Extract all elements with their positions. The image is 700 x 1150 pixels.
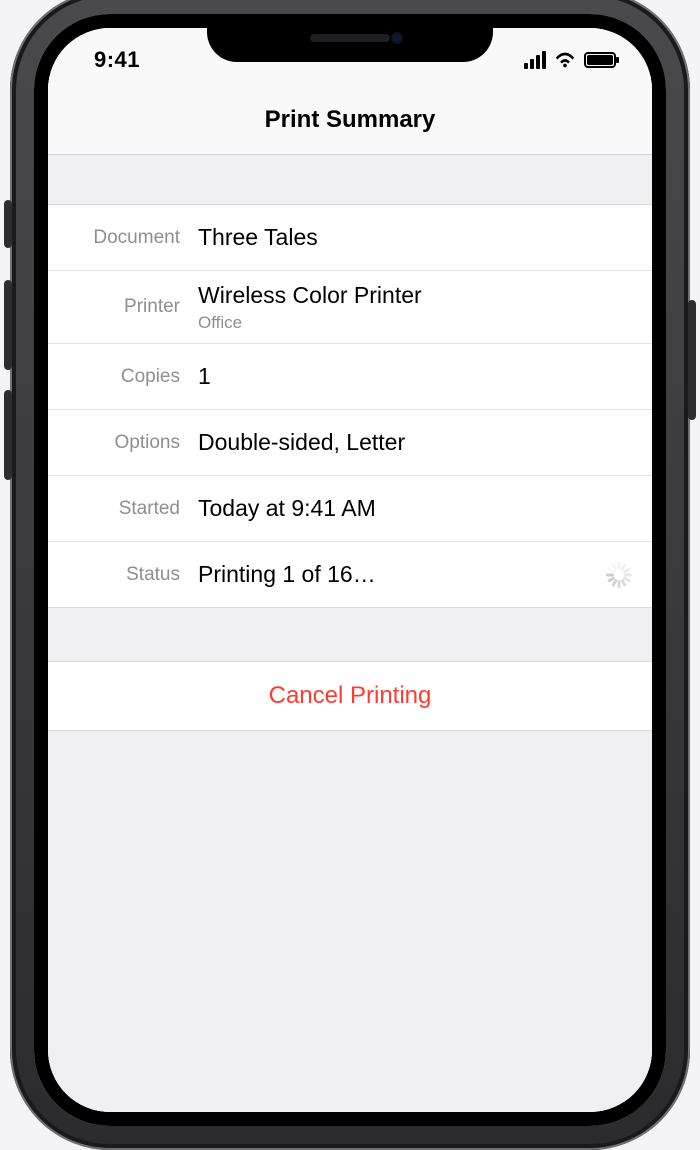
volume-down-button [4,390,12,480]
loading-spinner-icon [606,562,632,588]
value-printer-name: Wireless Color Printer [198,282,422,308]
battery-icon [584,52,616,68]
mute-switch [4,200,12,248]
row-started: Started Today at 9:41 AM [48,476,652,542]
cancel-printing-button[interactable]: Cancel Printing [48,662,652,731]
value-options: Double-sided, Letter [198,428,632,457]
label-printer: Printer [48,296,198,318]
front-camera [391,32,403,44]
row-document: Document Three Tales [48,205,652,271]
status-time: 9:41 [84,47,140,73]
notch [207,14,493,62]
label-document: Document [48,227,198,249]
label-status: Status [48,564,198,586]
value-copies: 1 [198,362,632,391]
section-spacer [48,155,652,205]
cellular-icon [524,51,546,69]
row-options: Options Double-sided, Letter [48,410,652,476]
side-button [688,300,696,420]
label-started: Started [48,498,198,520]
label-options: Options [48,432,198,454]
screen-bezel: 9:41 Print Summary Document [34,14,666,1126]
row-copies: Copies 1 [48,344,652,410]
value-printer: Wireless Color Printer Office [198,281,632,333]
row-printer: Printer Wireless Color Printer Office [48,271,652,344]
label-copies: Copies [48,366,198,388]
page-title: Print Summary [265,106,436,133]
value-started: Today at 9:41 AM [198,494,632,523]
cancel-printing-label: Cancel Printing [269,682,432,709]
wifi-icon [554,49,576,71]
screen: 9:41 Print Summary Document [48,28,652,1112]
status-indicators [524,49,616,71]
phone-frame: 9:41 Print Summary Document [10,0,690,1150]
value-document: Three Tales [198,223,632,252]
summary-list: Document Three Tales Printer Wireless Co… [48,205,652,608]
row-status: Status Printing 1 of 16… [48,542,652,608]
empty-area [48,731,652,1112]
value-status: Printing 1 of 16… [198,560,606,589]
volume-up-button [4,280,12,370]
speaker-grille [310,34,390,42]
section-gap [48,608,652,662]
value-printer-location: Office [198,312,632,333]
nav-bar: Print Summary [48,92,652,155]
